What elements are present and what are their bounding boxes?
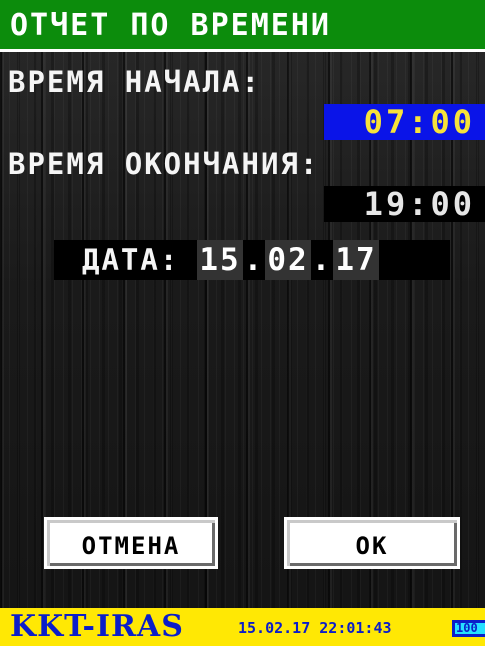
date-label: ДАТА: xyxy=(82,243,180,277)
brand-logo: KKT-IRAS xyxy=(10,609,184,644)
status-bar: KKT-IRAS 15.02.17 22:01:43 100 xyxy=(0,608,485,646)
start-time-label: ВРЕМЯ НАЧАЛА: xyxy=(8,65,261,99)
time-report-screen: ОТЧЕТ ПО ВРЕМЕНИ ВРЕМЯ НАЧАЛА: 07:00 ВРЕ… xyxy=(0,0,485,646)
date-month-field[interactable]: 02 xyxy=(265,240,311,280)
battery-icon: 100 xyxy=(452,620,485,637)
page-title: ОТЧЕТ ПО ВРЕМЕНИ xyxy=(10,8,331,43)
start-time-field[interactable]: 07:00 xyxy=(324,104,485,140)
date-field[interactable]: ДАТА: 15 . 02 . 17 xyxy=(54,240,450,280)
cancel-button[interactable]: ОТМЕНА xyxy=(44,517,218,569)
date-day-field[interactable]: 15 xyxy=(197,240,243,280)
status-datetime: 15.02.17 22:01:43 xyxy=(238,619,392,637)
date-separator: . xyxy=(243,242,265,278)
ok-button[interactable]: ОК xyxy=(284,517,460,569)
title-bar: ОТЧЕТ ПО ВРЕМЕНИ xyxy=(0,0,485,52)
battery-level-text: 100 xyxy=(456,621,478,635)
end-time-label: ВРЕМЯ ОКОНЧАНИЯ: xyxy=(8,147,320,181)
date-separator: . xyxy=(311,242,333,278)
end-time-field[interactable]: 19:00 xyxy=(324,186,485,222)
date-year-field[interactable]: 17 xyxy=(333,240,379,280)
